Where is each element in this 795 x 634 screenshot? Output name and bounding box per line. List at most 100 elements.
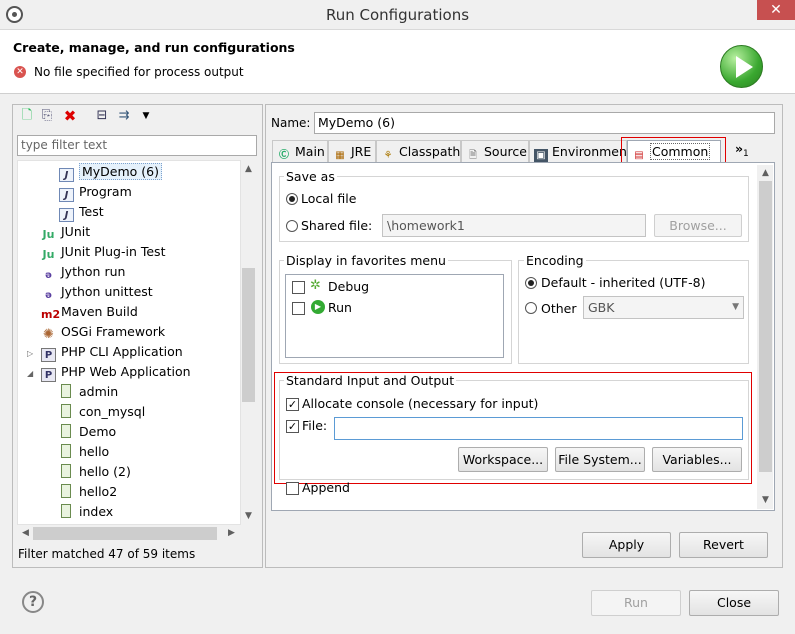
tree-scroll-thumb[interactable]: [242, 268, 255, 402]
browse-button[interactable]: Browse...: [654, 214, 742, 237]
jython-icon: ǝ: [45, 270, 52, 281]
shared-file-radio[interactable]: [286, 220, 298, 232]
scroll-up-icon[interactable]: ▲: [242, 163, 255, 176]
scroll-left-icon[interactable]: ◀: [19, 527, 32, 540]
scroll-up-icon[interactable]: ▲: [759, 167, 772, 180]
environment-icon: ▣: [534, 149, 548, 162]
other-encoding-radio[interactable]: [525, 302, 537, 314]
tree-item-osgi[interactable]: ✺ OSGi Framework: [41, 322, 165, 342]
scroll-down-icon[interactable]: ▼: [242, 510, 255, 523]
run-label: Run: [328, 300, 352, 315]
php-file-icon: [61, 444, 71, 458]
tree-item-jython-unittest[interactable]: ǝ Jython unittest: [41, 282, 153, 302]
maven-icon: m2: [41, 308, 61, 321]
view-menu-chevron-down-icon[interactable]: ▼: [138, 108, 154, 124]
tree-item-junit[interactable]: Ju JUnit: [41, 222, 91, 242]
tree-item-php-web[interactable]: ◢ P PHP Web Application: [27, 362, 191, 382]
tree-item-hello2[interactable]: hello2: [59, 482, 117, 502]
jre-icon: ▦: [335, 150, 345, 161]
window-close-button[interactable]: ✕: [757, 0, 795, 20]
tree-item-junit-plugin[interactable]: Ju JUnit Plug-in Test: [41, 242, 166, 262]
tree-item-test[interactable]: J Test: [59, 202, 104, 222]
php-file-icon: [61, 504, 71, 518]
classpath-icon: ⚘: [383, 150, 393, 161]
editor-scroll-thumb[interactable]: [759, 181, 772, 472]
tree-item-index[interactable]: index: [59, 502, 113, 522]
tree-item-con-mysql[interactable]: con_mysql: [59, 402, 145, 422]
php-icon: P: [41, 368, 56, 382]
shared-file-input[interactable]: \homework1: [382, 214, 646, 237]
java-app-icon: J: [59, 168, 74, 182]
tree-item-hello-2[interactable]: hello (2): [59, 462, 131, 482]
php-icon: P: [41, 348, 56, 362]
tree-item-program[interactable]: J Program: [59, 182, 132, 202]
workspace-button[interactable]: Workspace...: [458, 447, 548, 472]
name-input[interactable]: MyDemo (6): [314, 112, 775, 134]
php-file-icon: [61, 424, 71, 438]
help-icon[interactable]: ?: [22, 591, 44, 613]
jython-unittest-icon: ǝ: [45, 290, 52, 301]
allocate-console-checkbox[interactable]: ✓: [286, 398, 299, 411]
junit-plugin-icon: Ju: [42, 248, 55, 261]
revert-button[interactable]: Revert: [679, 532, 768, 558]
tab-source[interactable]: 🗎 Source: [461, 140, 529, 162]
tree-item-hello[interactable]: hello: [59, 442, 109, 462]
source-icon: 🗎: [468, 150, 478, 161]
osgi-icon: ✺: [43, 327, 54, 342]
allocate-console-label: Allocate console (necessary for input): [302, 396, 539, 411]
variables-button[interactable]: Variables...: [652, 447, 742, 472]
error-message: No file specified for process output: [34, 65, 244, 79]
java-app-icon: J: [59, 188, 74, 202]
php-file-icon: [61, 484, 71, 498]
filter-icon[interactable]: ⇉: [116, 108, 132, 124]
shared-file-label: Shared file:: [301, 218, 373, 233]
run-button[interactable]: Run: [591, 590, 681, 616]
tree-hscroll-thumb[interactable]: [33, 527, 217, 540]
append-label: Append: [302, 480, 350, 495]
tab-environment[interactable]: ▣ Environment: [529, 140, 632, 162]
new-configuration-icon[interactable]: 🗋: [19, 108, 35, 124]
tree-item-mydemo[interactable]: J MyDemo (6): [59, 162, 163, 182]
output-file-input[interactable]: [334, 417, 743, 440]
error-icon: ✕: [14, 66, 26, 78]
php-file-icon: [61, 404, 71, 418]
tree-item-demo[interactable]: Demo: [59, 422, 116, 442]
collapse-icon[interactable]: ◢: [27, 364, 37, 384]
tab-jre[interactable]: ▦ JRE: [328, 140, 376, 162]
expand-icon[interactable]: ▷: [27, 344, 37, 364]
close-button[interactable]: Close: [689, 590, 779, 616]
apply-button[interactable]: Apply: [582, 532, 671, 558]
delete-icon[interactable]: ✖: [62, 108, 78, 124]
filter-input[interactable]: type filter text: [17, 135, 257, 156]
save-as-title: Save as: [284, 169, 337, 184]
tab-classpath[interactable]: ⚘ Classpath: [376, 140, 461, 162]
configuration-tree: J MyDemo (6) J Program J Test Ju JUnit Ju JUn…: [17, 160, 257, 525]
chevron-down-icon: ▼: [732, 302, 739, 312]
duplicate-icon[interactable]: ⎘: [39, 108, 55, 124]
run-logo-icon: [720, 45, 763, 88]
junit-icon: Ju: [42, 228, 55, 241]
other-encoding-label: Other: [541, 301, 577, 316]
collapse-all-icon[interactable]: ⊟: [94, 108, 110, 124]
scroll-right-icon[interactable]: ▶: [225, 527, 238, 540]
local-file-label: Local file: [301, 191, 357, 206]
tree-item-php-cli[interactable]: ▷ P PHP CLI Application: [27, 342, 183, 362]
favorites-title: Display in favorites menu: [284, 253, 448, 268]
file-system-button[interactable]: File System...: [555, 447, 645, 472]
default-encoding-radio[interactable]: [525, 277, 537, 289]
append-checkbox[interactable]: [286, 482, 299, 495]
scroll-down-icon[interactable]: ▼: [759, 494, 772, 507]
run-icon: ▶: [311, 300, 325, 314]
tab-main[interactable]: Ⓒ Main: [272, 140, 328, 162]
debug-favorite-checkbox[interactable]: [292, 281, 305, 294]
local-file-radio[interactable]: [286, 193, 298, 205]
tree-item-maven-build[interactable]: m2Maven Build: [41, 302, 138, 322]
window-title: Run Configurations: [325, 6, 470, 24]
other-encoding-select[interactable]: GBK ▼: [583, 296, 744, 319]
output-file-checkbox[interactable]: ✓: [286, 420, 299, 433]
tabs-overflow-icon[interactable]: »: [735, 141, 743, 156]
tree-item-admin[interactable]: admin: [59, 382, 118, 402]
name-label: Name:: [271, 116, 311, 130]
tree-item-jython-run[interactable]: ǝ Jython run: [41, 262, 125, 282]
run-favorite-checkbox[interactable]: [292, 302, 305, 315]
